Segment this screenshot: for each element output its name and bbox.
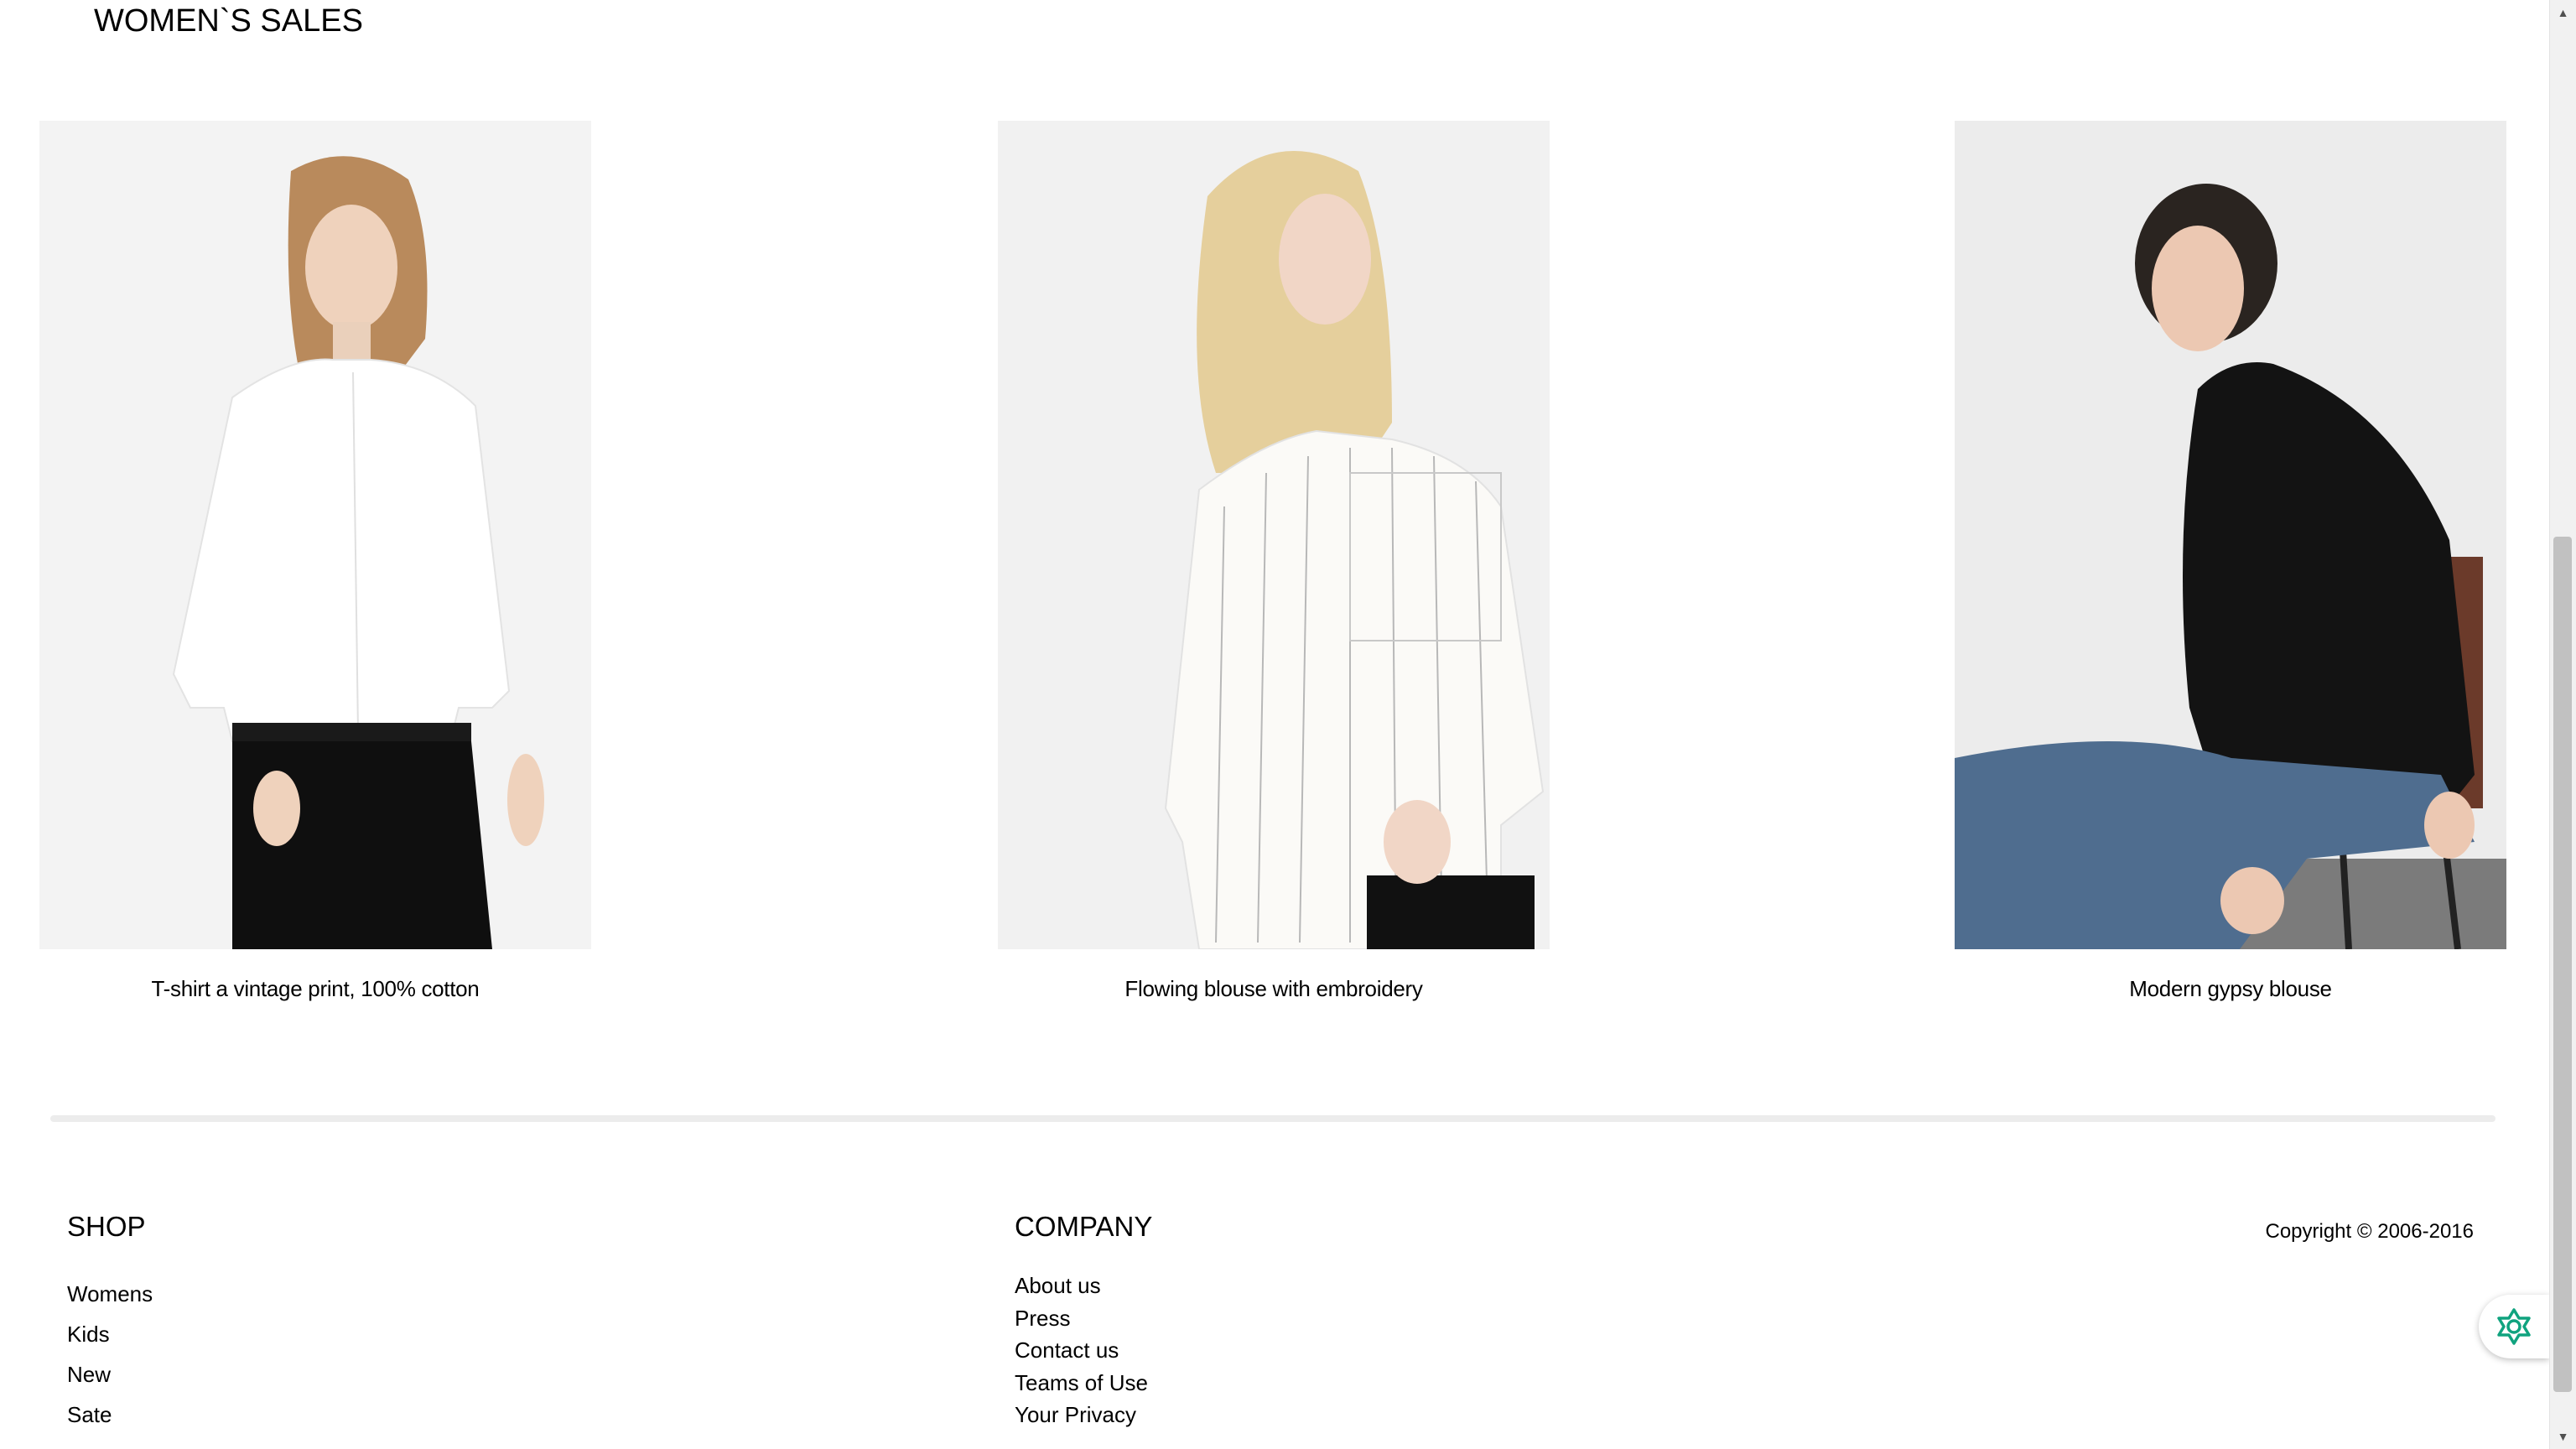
page: WOMEN`S SALES T-shirt a vintage print, 1… bbox=[0, 0, 2549, 1449]
footer-shop-links: Womens Kids New Sate bbox=[67, 1281, 153, 1442]
product-card[interactable]: T-shirt a vintage print, 100% cotton bbox=[39, 121, 591, 1002]
footer-link-new[interactable]: New bbox=[67, 1362, 153, 1388]
footer-link-item: Womens bbox=[67, 1281, 153, 1322]
footer-link-womens[interactable]: Womens bbox=[67, 1281, 153, 1307]
footer-link-item: Press bbox=[1015, 1306, 1148, 1338]
footer-divider bbox=[50, 1115, 2496, 1122]
scroll-up-arrow-icon[interactable]: ▲ bbox=[2550, 0, 2576, 25]
product-card[interactable]: Flowing blouse with embroidery bbox=[998, 121, 1550, 1002]
assistant-button[interactable] bbox=[2479, 1295, 2549, 1358]
section-title: WOMEN`S SALES bbox=[94, 3, 363, 39]
product-image[interactable] bbox=[1955, 121, 2506, 949]
footer-link-item: Your Privacy bbox=[1015, 1402, 1148, 1435]
product-image[interactable] bbox=[998, 121, 1550, 949]
footer-company-heading: COMPANY bbox=[1015, 1211, 1153, 1242]
footer-link-item: Contact us bbox=[1015, 1337, 1148, 1370]
footer-link-press[interactable]: Press bbox=[1015, 1306, 1148, 1332]
product-name[interactable]: T-shirt a vintage print, 100% cotton bbox=[39, 976, 591, 1002]
product-name[interactable]: Modern gypsy blouse bbox=[1955, 976, 2506, 1002]
footer-link-item: Teams of Use bbox=[1015, 1370, 1148, 1403]
product-card[interactable]: Modern gypsy blouse bbox=[1955, 121, 2506, 1002]
scroll-down-arrow-icon[interactable]: ▼ bbox=[2550, 1424, 2576, 1449]
footer-link-terms-of-use[interactable]: Teams of Use bbox=[1015, 1370, 1148, 1396]
footer-link-item: Kids bbox=[67, 1322, 153, 1362]
footer-shop-heading: SHOP bbox=[67, 1211, 146, 1242]
footer-link-sate[interactable]: Sate bbox=[67, 1402, 153, 1428]
footer-link-item: New bbox=[67, 1362, 153, 1402]
footer-link-contact-us[interactable]: Contact us bbox=[1015, 1337, 1148, 1363]
footer-link-item: Sate bbox=[67, 1402, 153, 1442]
footer-link-kids[interactable]: Kids bbox=[67, 1322, 153, 1348]
footer-link-about-us[interactable]: About us bbox=[1015, 1273, 1148, 1299]
product-photo-white-shirt bbox=[39, 121, 591, 949]
scrollbar-thumb[interactable] bbox=[2553, 537, 2572, 1392]
copyright-text: Copyright © 2006-2016 bbox=[2265, 1220, 2474, 1243]
product-photo-black-blouse bbox=[1955, 121, 2506, 949]
page-scrollbar[interactable]: ▲ ▼ bbox=[2549, 0, 2576, 1449]
footer-company-links: About us Press Contact us Teams of Use Y… bbox=[1015, 1273, 1148, 1435]
product-name[interactable]: Flowing blouse with embroidery bbox=[998, 976, 1550, 1002]
product-photo-striped-blouse bbox=[998, 121, 1550, 949]
assistant-flower-icon bbox=[2497, 1308, 2531, 1345]
footer-link-your-privacy[interactable]: Your Privacy bbox=[1015, 1402, 1148, 1428]
product-image[interactable] bbox=[39, 121, 591, 949]
footer-link-item: About us bbox=[1015, 1273, 1148, 1306]
